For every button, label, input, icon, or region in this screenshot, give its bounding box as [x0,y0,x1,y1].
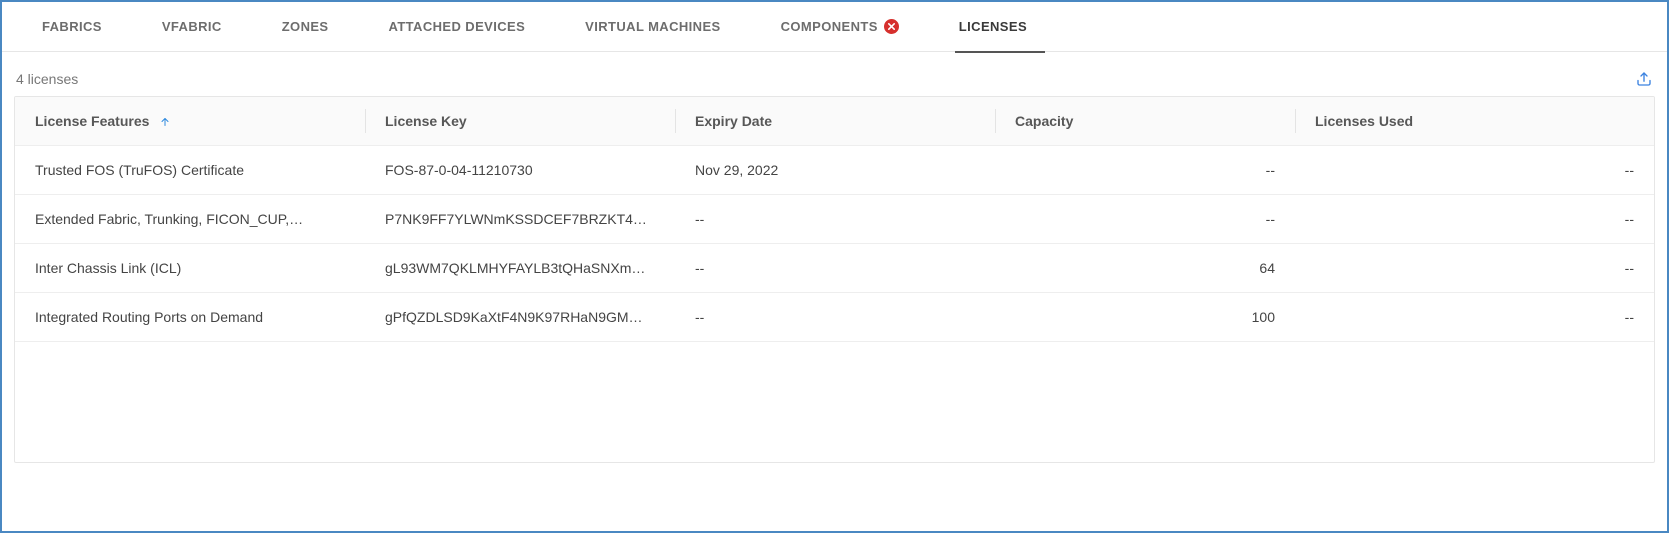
cell-capacity: 64 [995,246,1295,290]
cell-capacity: 100 [995,295,1295,339]
tab-licenses[interactable]: LICENSES [929,2,1057,52]
tab-label: LICENSES [959,19,1027,34]
tab-virtual-machines[interactable]: VIRTUAL MACHINES [555,2,750,52]
tab-attached-devices[interactable]: ATTACHED DEVICES [359,2,556,52]
cell-features: Extended Fabric, Trunking, FICON_CUP,… [15,197,365,241]
col-header-features[interactable]: License Features [15,99,365,143]
content-area: 4 licenses License Features License Key … [2,52,1667,463]
col-header-key[interactable]: License Key [365,99,675,143]
licenses-table: License Features License Key Expiry Date… [14,96,1655,463]
tab-zones[interactable]: ZONES [252,2,359,52]
tab-vfabric[interactable]: VFABRIC [132,2,252,52]
cell-capacity: -- [995,197,1295,241]
cell-expiry: -- [675,197,995,241]
tab-components[interactable]: COMPONENTS [751,2,929,52]
cell-key: FOS-87-0-04-11210730 [365,148,675,192]
cell-key: gPfQZDLSD9KaXtF4N9K97RHaN9GM… [365,295,675,339]
cell-expiry: -- [675,295,995,339]
tab-label: ATTACHED DEVICES [389,19,526,34]
cell-features: Integrated Routing Ports on Demand [15,295,365,339]
tab-label: ZONES [282,19,329,34]
export-button[interactable] [1635,70,1653,88]
tab-label: FABRICS [42,19,102,34]
error-icon [884,19,899,34]
col-label: License Features [35,113,149,129]
cell-features: Inter Chassis Link (ICL) [15,246,365,290]
tab-label: VFABRIC [162,19,222,34]
tab-label: COMPONENTS [781,19,878,34]
table-row[interactable]: Inter Chassis Link (ICL) gL93WM7QKLMHYFA… [15,244,1654,293]
tab-label: VIRTUAL MACHINES [585,19,720,34]
license-count-text: 4 licenses [16,71,78,87]
cell-used: -- [1295,197,1654,241]
cell-key: P7NK9FF7YLWNmKSSDCEF7BRZKT4… [365,197,675,241]
col-label: Capacity [1015,113,1073,129]
cell-used: -- [1295,295,1654,339]
cell-expiry: -- [675,246,995,290]
tabbar: FABRICS VFABRIC ZONES ATTACHED DEVICES V… [2,2,1667,52]
col-label: Expiry Date [695,113,772,129]
table-row[interactable]: Integrated Routing Ports on Demand gPfQZ… [15,293,1654,342]
col-header-expiry[interactable]: Expiry Date [675,99,995,143]
col-label: License Key [385,113,467,129]
cell-capacity: -- [995,148,1295,192]
summary-row: 4 licenses [14,70,1655,96]
col-label: Licenses Used [1315,113,1413,129]
cell-used: -- [1295,246,1654,290]
tab-fabrics[interactable]: FABRICS [12,2,132,52]
empty-space [15,342,1654,462]
col-header-used[interactable]: Licenses Used [1295,99,1654,143]
table-row[interactable]: Extended Fabric, Trunking, FICON_CUP,… P… [15,195,1654,244]
cell-used: -- [1295,148,1654,192]
table-header-row: License Features License Key Expiry Date… [15,97,1654,146]
table-row[interactable]: Trusted FOS (TruFOS) Certificate FOS-87-… [15,146,1654,195]
sort-asc-icon [159,116,171,128]
export-icon [1635,70,1653,88]
col-header-capacity[interactable]: Capacity [995,99,1295,143]
cell-key: gL93WM7QKLMHYFAYLB3tQHaSNXm… [365,246,675,290]
cell-features: Trusted FOS (TruFOS) Certificate [15,148,365,192]
cell-expiry: Nov 29, 2022 [675,148,995,192]
